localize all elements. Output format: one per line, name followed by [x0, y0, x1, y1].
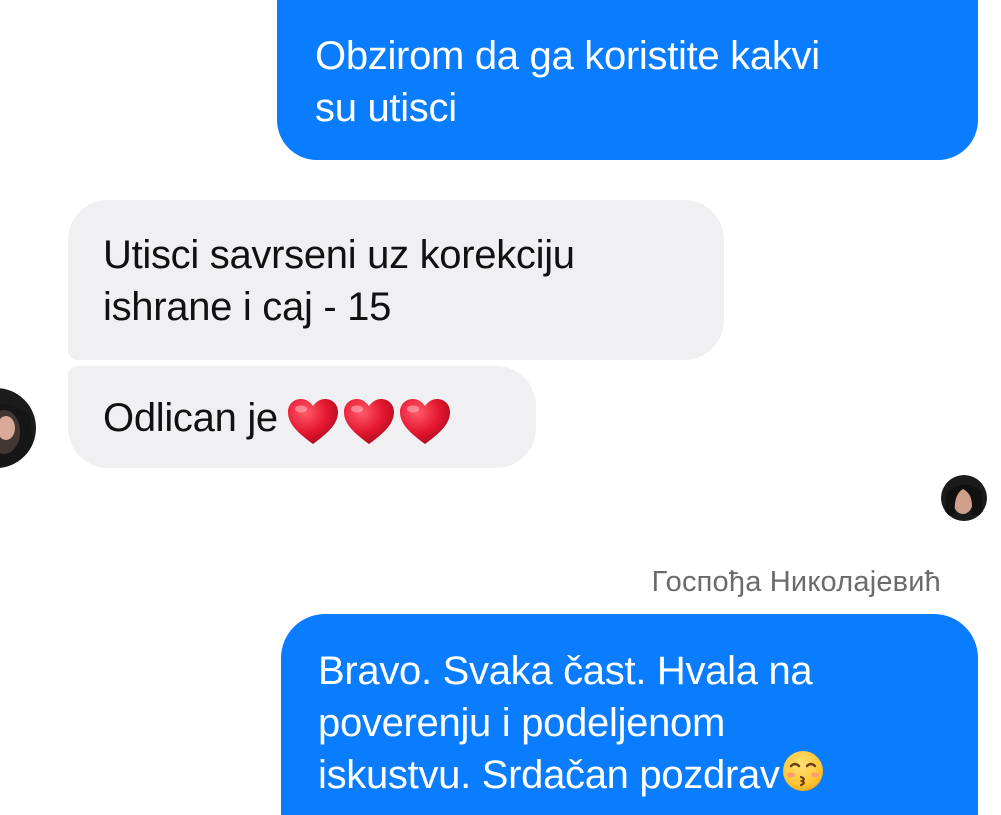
incoming-message-bubble[interactable]: Utisci savrseni uz korekciju ishrane i c…	[68, 200, 724, 360]
red-heart-icon	[286, 397, 340, 447]
message-text-line: Bravo. Svaka čast. Hvala na	[318, 649, 813, 693]
red-heart-icon	[398, 397, 452, 447]
message-text-line: Obzirom da ga koristite kakvi	[315, 34, 820, 78]
message-text-line: iskustvu. Srdačan pozdrav	[318, 749, 948, 801]
sender-name-label: Госпођа Николајевић	[651, 566, 941, 598]
message-text-line: Utisci savrseni uz korekciju	[103, 233, 575, 277]
kissing-face-icon	[782, 750, 824, 792]
outgoing-message-bubble[interactable]: Obzirom da ga koristite kakvi su utisci	[277, 0, 978, 160]
emoji-group	[286, 394, 454, 447]
message-text-line: poverenju i podeljenom	[318, 701, 726, 745]
message-text: iskustvu. Srdačan pozdrav	[318, 753, 780, 797]
read-receipt-avatar	[941, 475, 987, 521]
message-text-line: Odlican je	[103, 392, 506, 447]
outgoing-message-bubble[interactable]: Bravo. Svaka čast. Hvala na poverenju i …	[281, 614, 978, 815]
contact-avatar[interactable]	[0, 388, 36, 468]
message-text-line: ishrane i caj - 15	[103, 285, 392, 329]
incoming-message-bubble[interactable]: Odlican je	[68, 366, 536, 468]
chat-thread: Obzirom da ga koristite kakvi su utisci …	[0, 0, 1001, 815]
red-heart-icon	[342, 397, 396, 447]
message-text-line: su utisci	[315, 86, 457, 130]
message-text: Odlican je	[103, 396, 278, 440]
